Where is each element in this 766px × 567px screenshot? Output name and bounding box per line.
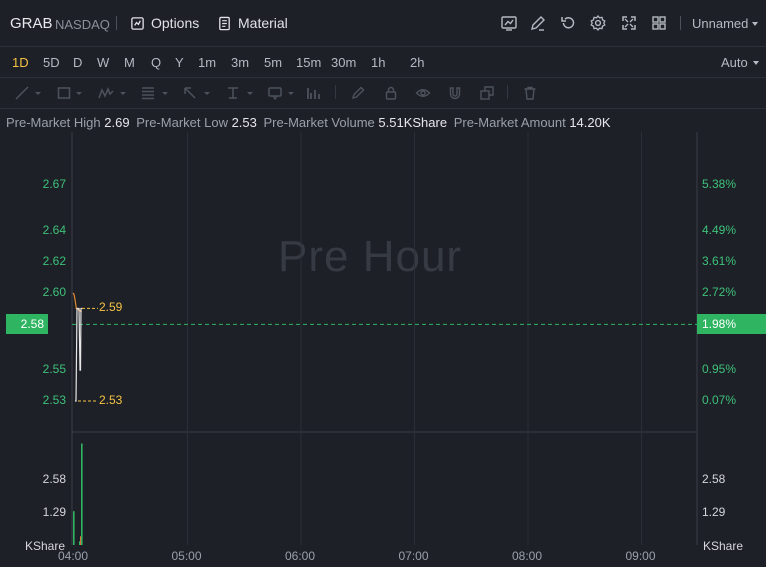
- price-tick-label: 2.62: [42, 254, 66, 269]
- percent-tick-label: 0.07%: [702, 393, 737, 407]
- price-line: [75, 307, 82, 402]
- volume-unit-label-right: KShare: [703, 539, 744, 553]
- volume-unit-label: KShare: [25, 539, 66, 553]
- volume-tick-label-right: 1.29: [702, 504, 726, 519]
- current-percent-tag: 1.98%: [697, 314, 766, 335]
- x-tick-label: 08:00: [512, 549, 543, 563]
- current-price-tag: 2.58: [6, 314, 48, 335]
- volume-tick-label: 1.29: [42, 504, 66, 519]
- price-tick-label: 2.60: [42, 285, 66, 299]
- high-marker-label: 2.59: [99, 300, 123, 315]
- percent-tick-label: 3.61%: [702, 254, 737, 269]
- x-tick-label: 07:00: [398, 549, 429, 563]
- price-tick-label: 2.55: [42, 362, 66, 377]
- x-tick-label: 05:00: [171, 549, 202, 563]
- price-chart[interactable]: [0, 0, 766, 567]
- percent-tick-label: 5.38%: [702, 177, 737, 191]
- volume-bar: [81, 443, 83, 545]
- price-tick-label: 2.64: [42, 223, 66, 238]
- percent-tick-label: 2.72%: [702, 285, 737, 299]
- price-tick-label: 2.67: [42, 177, 66, 191]
- x-tick-label: 06:00: [285, 549, 316, 563]
- percent-tick-label: 0.95%: [702, 362, 737, 377]
- volume-tick-label-right: 2.58: [702, 472, 726, 487]
- low-marker-label: 2.53: [99, 393, 123, 407]
- price-tick-label: 2.53: [42, 393, 66, 407]
- volume-tick-label: 2.58: [42, 472, 66, 487]
- x-tick-label: 09:00: [625, 549, 656, 563]
- volume-bar: [73, 511, 75, 545]
- percent-tick-label: 4.49%: [702, 223, 737, 238]
